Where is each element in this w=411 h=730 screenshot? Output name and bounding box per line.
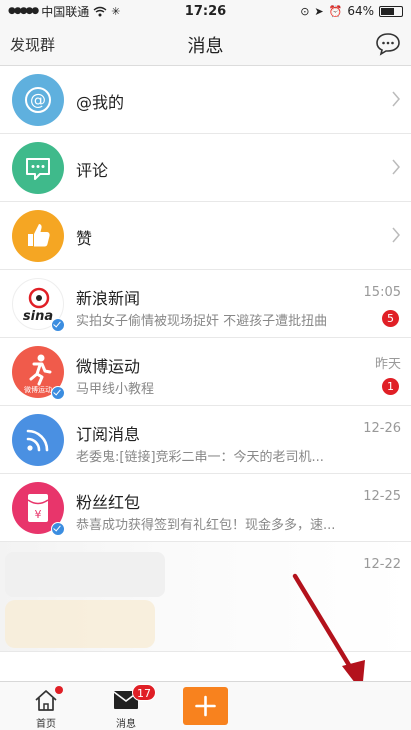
tab-messages[interactable]: 17 消息 [96,682,156,730]
tab-label: 首页 [36,719,56,730]
unread-badge: 1 [382,378,399,395]
chat-bubble-icon[interactable] [375,32,401,56]
blurred-content [5,600,155,648]
list-item-title: 微博运动 [76,357,141,376]
plus-icon [195,695,216,717]
chevron-right-icon [392,227,400,243]
signal-icon: ●●●●● [8,6,39,16]
tab-bar: 首页 17 消息 [0,681,411,730]
list-item-title: 订阅消息 [76,425,141,444]
list-item-subscriptions[interactable]: 订阅消息 老委鬼:[链接]竞彩二串一：今天的老司机... 12-26 [0,406,411,474]
battery-percent: 64% [347,4,374,18]
list-item-likes[interactable]: 赞 [0,202,411,270]
compose-button[interactable] [183,687,228,725]
thumbs-up-icon [12,210,64,262]
list-item-blurred[interactable]: 12-22 [0,542,411,652]
list-item-title: 赞 [76,229,93,248]
list-item-time: 15:05 [363,285,401,300]
list-item-time: 12-25 [363,489,401,504]
page-title: 消息 [187,36,224,57]
list-item-fan-red-packet[interactable]: ¥ 粉丝红包 恭喜成功获得签到有礼红包！现金多多，速... 12-25 [0,474,411,542]
list-item-title: @我的 [76,93,125,112]
status-left: ●●●●● 中国联通 ✳ [8,3,121,20]
home-notification-dot [55,686,63,694]
svg-text:¥: ¥ [35,508,42,521]
list-item-comments[interactable]: 评论 [0,134,411,202]
list-item-preview: 恭喜成功获得签到有礼红包！现金多多，速... [76,518,336,533]
rss-icon [12,414,64,466]
loading-icon: ✳ [111,4,121,18]
list-item-sina-news[interactable]: sina 新浪新闻 实拍女子偷情被现场捉奸 不避孩子遭批扭曲 15:05 5 [0,270,411,338]
list-item-preview: 马甲线小教程 [76,382,155,397]
battery-icon [379,5,403,17]
location-icon: ➤ [314,4,324,18]
nav-bar: 发现群 消息 [0,22,411,66]
verified-badge-icon [51,318,65,332]
messages-count-badge: 17 [132,684,156,701]
lock-rotation-icon: ⊙ [300,4,310,18]
list-item-weibo-sport[interactable]: 微博运动 微博运动 马甲线小教程 昨天 1 [0,338,411,406]
carrier-label: 中国联通 [41,4,90,19]
verified-badge-icon [51,522,65,536]
list-item-time: 12-22 [363,557,401,572]
list-item-time: 12-26 [363,421,401,436]
comment-icon [12,142,64,194]
alarm-icon: ⏰ [328,4,343,18]
list-item-time: 昨天 [374,357,401,372]
unread-badge: 5 [382,310,399,327]
message-list: @ @我的 评论 赞 sina 新浪新闻 实拍女子偷情被现场捉奸 不避孩子遭批扭… [0,66,411,652]
list-item-preview: 实拍女子偷情被现场捉奸 不避孩子遭批扭曲 [76,314,328,329]
verified-badge-icon [51,386,65,400]
svg-text:@: @ [30,90,46,109]
mention-icon: @ [12,74,64,126]
tab-home[interactable]: 首页 [16,682,76,730]
wifi-icon [93,6,107,16]
chevron-right-icon [392,159,400,175]
list-item-title: 评论 [76,161,109,180]
blurred-content [5,552,165,597]
chevron-right-icon [392,91,400,107]
list-item-mentions[interactable]: @ @我的 [0,66,411,134]
list-item-title: 新浪新闻 [76,289,141,308]
battery-fill [381,7,394,15]
tab-label: 消息 [116,719,136,730]
status-right: ⊙ ➤ ⏰ 64% [300,4,403,18]
list-item-title: 粉丝红包 [76,493,141,512]
status-bar: ●●●●● 中国联通 ✳ 17:26 ⊙ ➤ ⏰ 64% [0,0,411,22]
list-item-preview: 老委鬼:[链接]竞彩二串一：今天的老司机... [76,450,324,465]
